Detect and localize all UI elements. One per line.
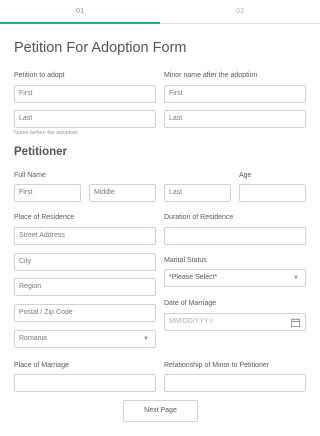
minor-last-name-input[interactable]: Last <box>164 110 306 128</box>
age-input[interactable] <box>239 184 306 202</box>
place-of-residence-label: Place of Residence <box>14 214 75 221</box>
age-label: Age <box>239 172 252 179</box>
postal-code-input[interactable]: Postal / Zip Code <box>14 304 156 322</box>
step-progress-header: 01 02 <box>0 0 320 24</box>
full-name-label: Full Name <box>14 172 46 179</box>
full-name-middle-input[interactable]: Middle <box>89 184 156 202</box>
chevron-down-icon: ▼ <box>293 275 299 281</box>
step-2-label[interactable]: 02 <box>236 8 245 15</box>
place-of-marriage-label: Place of Marriage <box>14 362 69 369</box>
full-name-first-input[interactable]: First <box>14 184 81 202</box>
marital-status-label: Marital Status <box>164 257 207 264</box>
next-page-button[interactable]: Next Page <box>123 400 198 422</box>
date-placeholder: MM/DD/YYYY <box>169 318 214 325</box>
duration-of-residence-label: Duration of Residence <box>164 214 234 221</box>
region-input[interactable]: Region <box>14 278 156 296</box>
country-select[interactable]: Romania ▼ <box>14 330 156 348</box>
petition-last-name-input[interactable]: Last <box>14 110 156 128</box>
minor-name-label: Minor name after the adoption <box>164 72 258 79</box>
petition-name-hint: Name before the adoption <box>14 130 78 136</box>
country-select-value: Romania <box>19 335 48 342</box>
petitioner-section-heading: Petitioner <box>14 146 68 158</box>
marital-status-select[interactable]: *Please Select* ▼ <box>164 269 306 287</box>
city-input[interactable]: City <box>14 253 156 271</box>
street-address-input[interactable]: Street Address <box>14 227 156 245</box>
chevron-down-icon: ▼ <box>143 336 149 342</box>
step-1-label[interactable]: 01 <box>76 8 85 15</box>
date-of-marriage-input[interactable]: MM/DD/YYYY <box>164 313 306 331</box>
place-of-marriage-input[interactable] <box>14 374 156 392</box>
relationship-input[interactable] <box>164 374 306 392</box>
petition-to-adopt-label: Petition to adopt <box>14 72 65 79</box>
step-progress-bar <box>0 22 160 24</box>
form-title: Petition For Adoption Form <box>14 40 187 56</box>
relationship-label: Relationship of Minor to Petitioner <box>164 362 270 369</box>
full-name-last-input[interactable]: Last <box>164 184 231 202</box>
marital-status-value: *Please Select* <box>169 274 218 281</box>
calendar-icon[interactable] <box>291 318 300 327</box>
minor-first-name-input[interactable]: First <box>164 85 306 103</box>
date-of-marriage-label: Date of Marriage <box>164 300 217 307</box>
petition-first-name-input[interactable]: First <box>14 85 156 103</box>
duration-of-residence-input[interactable] <box>164 227 306 245</box>
